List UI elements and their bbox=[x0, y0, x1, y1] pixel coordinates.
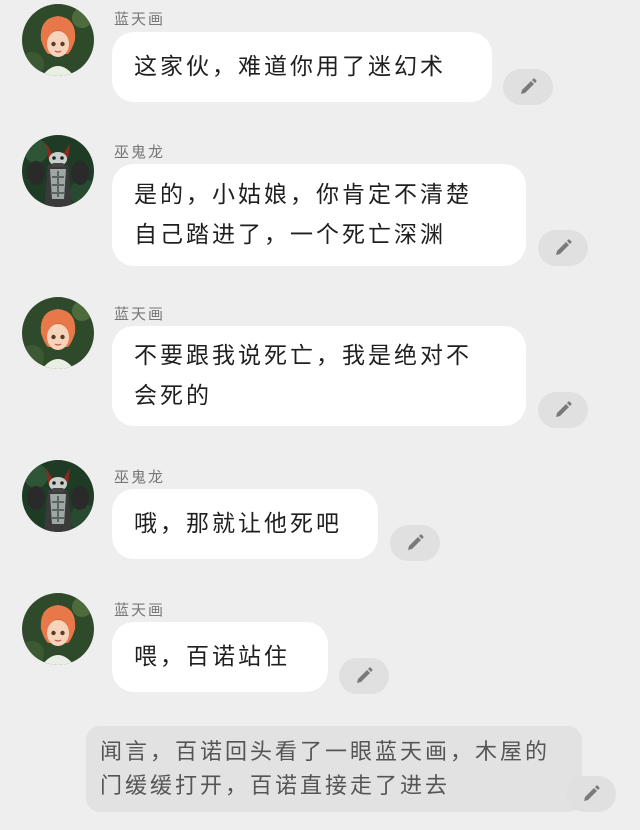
message-bubble: 是的，小姑娘，你肯定不清楚 自己踏进了，一个死亡深渊 bbox=[112, 164, 526, 266]
avatar-girl[interactable] bbox=[22, 297, 94, 369]
pencil-edit-icon bbox=[556, 239, 572, 255]
narration-block: 闻言，百诺回头看了一眼蓝天画，木屋的门缓缓打开，百诺直接走了进去 bbox=[86, 726, 582, 812]
pencil-edit-icon bbox=[584, 785, 600, 801]
red-haired-girl-avatar-icon bbox=[22, 593, 94, 665]
red-haired-girl-avatar-icon bbox=[22, 4, 94, 76]
pencil-edit-icon bbox=[408, 534, 424, 550]
chat-screen: { "characters": { "girl": {"name": "蓝天画"… bbox=[0, 0, 640, 830]
avatar-girl[interactable] bbox=[22, 593, 94, 665]
message-bubble: 喂，百诺站住 bbox=[112, 622, 328, 692]
edit-button[interactable] bbox=[538, 392, 588, 428]
speaker-name: 蓝天画 bbox=[114, 601, 166, 619]
avatar-girl[interactable] bbox=[22, 4, 94, 76]
message-bubble: 哦，那就让他死吧 bbox=[112, 489, 378, 559]
speaker-name: 巫鬼龙 bbox=[114, 143, 166, 161]
pencil-edit-icon bbox=[357, 667, 373, 683]
pencil-edit-icon bbox=[521, 78, 537, 94]
message-bubble: 这家伙，难道你用了迷幻术 bbox=[112, 32, 492, 102]
edit-button[interactable] bbox=[390, 525, 440, 561]
speaker-name: 蓝天画 bbox=[114, 305, 166, 323]
speaker-name: 巫鬼龙 bbox=[114, 468, 166, 486]
red-haired-girl-avatar-icon bbox=[22, 297, 94, 369]
edit-button[interactable] bbox=[566, 776, 616, 812]
edit-button[interactable] bbox=[538, 230, 588, 266]
message-bubble: 不要跟我说死亡，我是绝对不 会死的 bbox=[112, 326, 526, 426]
edit-button[interactable] bbox=[339, 658, 389, 694]
pencil-edit-icon bbox=[556, 401, 572, 417]
speaker-name: 蓝天画 bbox=[114, 10, 166, 28]
avatar-dragon[interactable] bbox=[22, 460, 94, 532]
armored-dragon-avatar-icon bbox=[22, 460, 94, 532]
avatar-dragon[interactable] bbox=[22, 135, 94, 207]
edit-button[interactable] bbox=[503, 69, 553, 105]
armored-dragon-avatar-icon bbox=[22, 135, 94, 207]
